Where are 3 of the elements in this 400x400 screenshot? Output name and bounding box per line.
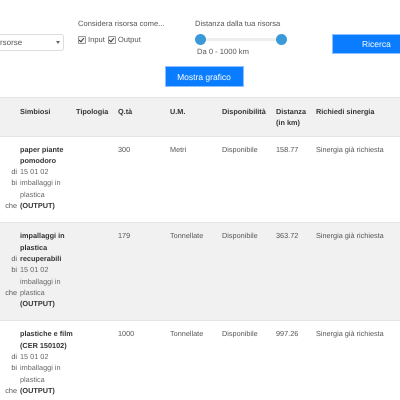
show-chart-button[interactable]: Mostra grafico: [164, 66, 244, 87]
search-button[interactable]: Ricerca: [332, 34, 400, 54]
resource-select[interactable]: rsorse: [0, 34, 64, 51]
